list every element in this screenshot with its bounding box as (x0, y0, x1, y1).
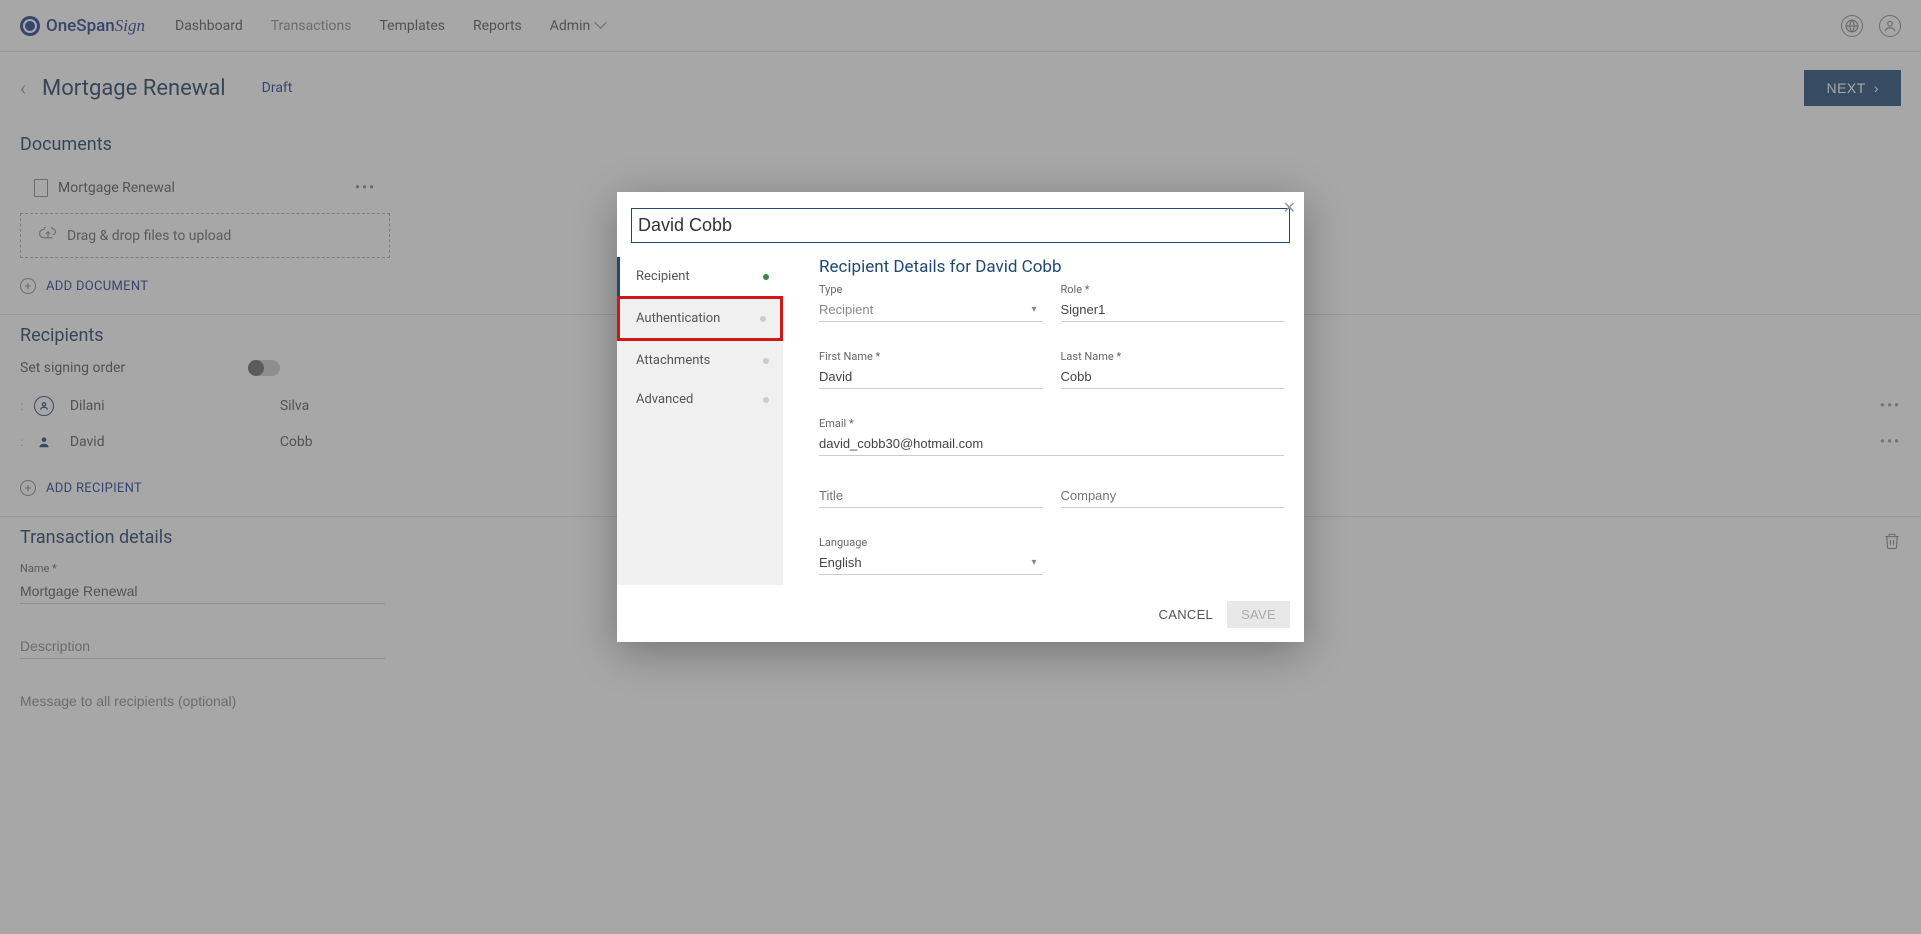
tab-recipient[interactable]: Recipient (617, 257, 783, 296)
tab-authentication[interactable]: Authentication (617, 296, 783, 341)
type-label: Type (819, 283, 1043, 296)
last-name-label: Last Name * (1061, 350, 1285, 363)
first-name-input[interactable] (819, 365, 1043, 389)
first-name-label: First Name * (819, 350, 1043, 363)
email-input[interactable] (819, 432, 1284, 456)
modal-overlay: ✕ Recipient Authentication Attachments (0, 0, 1921, 934)
status-dot-icon (763, 358, 769, 364)
recipient-name-input[interactable] (631, 208, 1290, 243)
modal-content: Recipient Details for David Cobb Type ▾ … (783, 257, 1304, 585)
recipient-details-modal: ✕ Recipient Authentication Attachments (617, 192, 1304, 642)
language-select[interactable] (819, 551, 1043, 575)
status-dot-icon (763, 397, 769, 403)
tab-attachments[interactable]: Attachments (617, 341, 783, 380)
status-dot-icon (763, 274, 769, 280)
company-input[interactable] (1061, 484, 1285, 508)
language-label: Language (819, 536, 1043, 549)
modal-content-title: Recipient Details for David Cobb (819, 257, 1284, 277)
cancel-button[interactable]: CANCEL (1159, 601, 1214, 628)
status-dot-icon (760, 316, 766, 322)
last-name-input[interactable] (1061, 365, 1285, 389)
save-button[interactable]: SAVE (1227, 601, 1290, 628)
modal-actions: CANCEL SAVE (617, 585, 1304, 642)
role-label: Role * (1061, 283, 1285, 296)
type-select[interactable] (819, 298, 1043, 322)
title-input[interactable] (819, 484, 1043, 508)
modal-tabs: Recipient Authentication Attachments Adv… (617, 257, 783, 585)
role-input[interactable] (1061, 298, 1285, 322)
tab-advanced[interactable]: Advanced (617, 380, 783, 419)
email-label: Email * (819, 417, 1284, 430)
close-icon[interactable]: ✕ (1283, 198, 1296, 218)
